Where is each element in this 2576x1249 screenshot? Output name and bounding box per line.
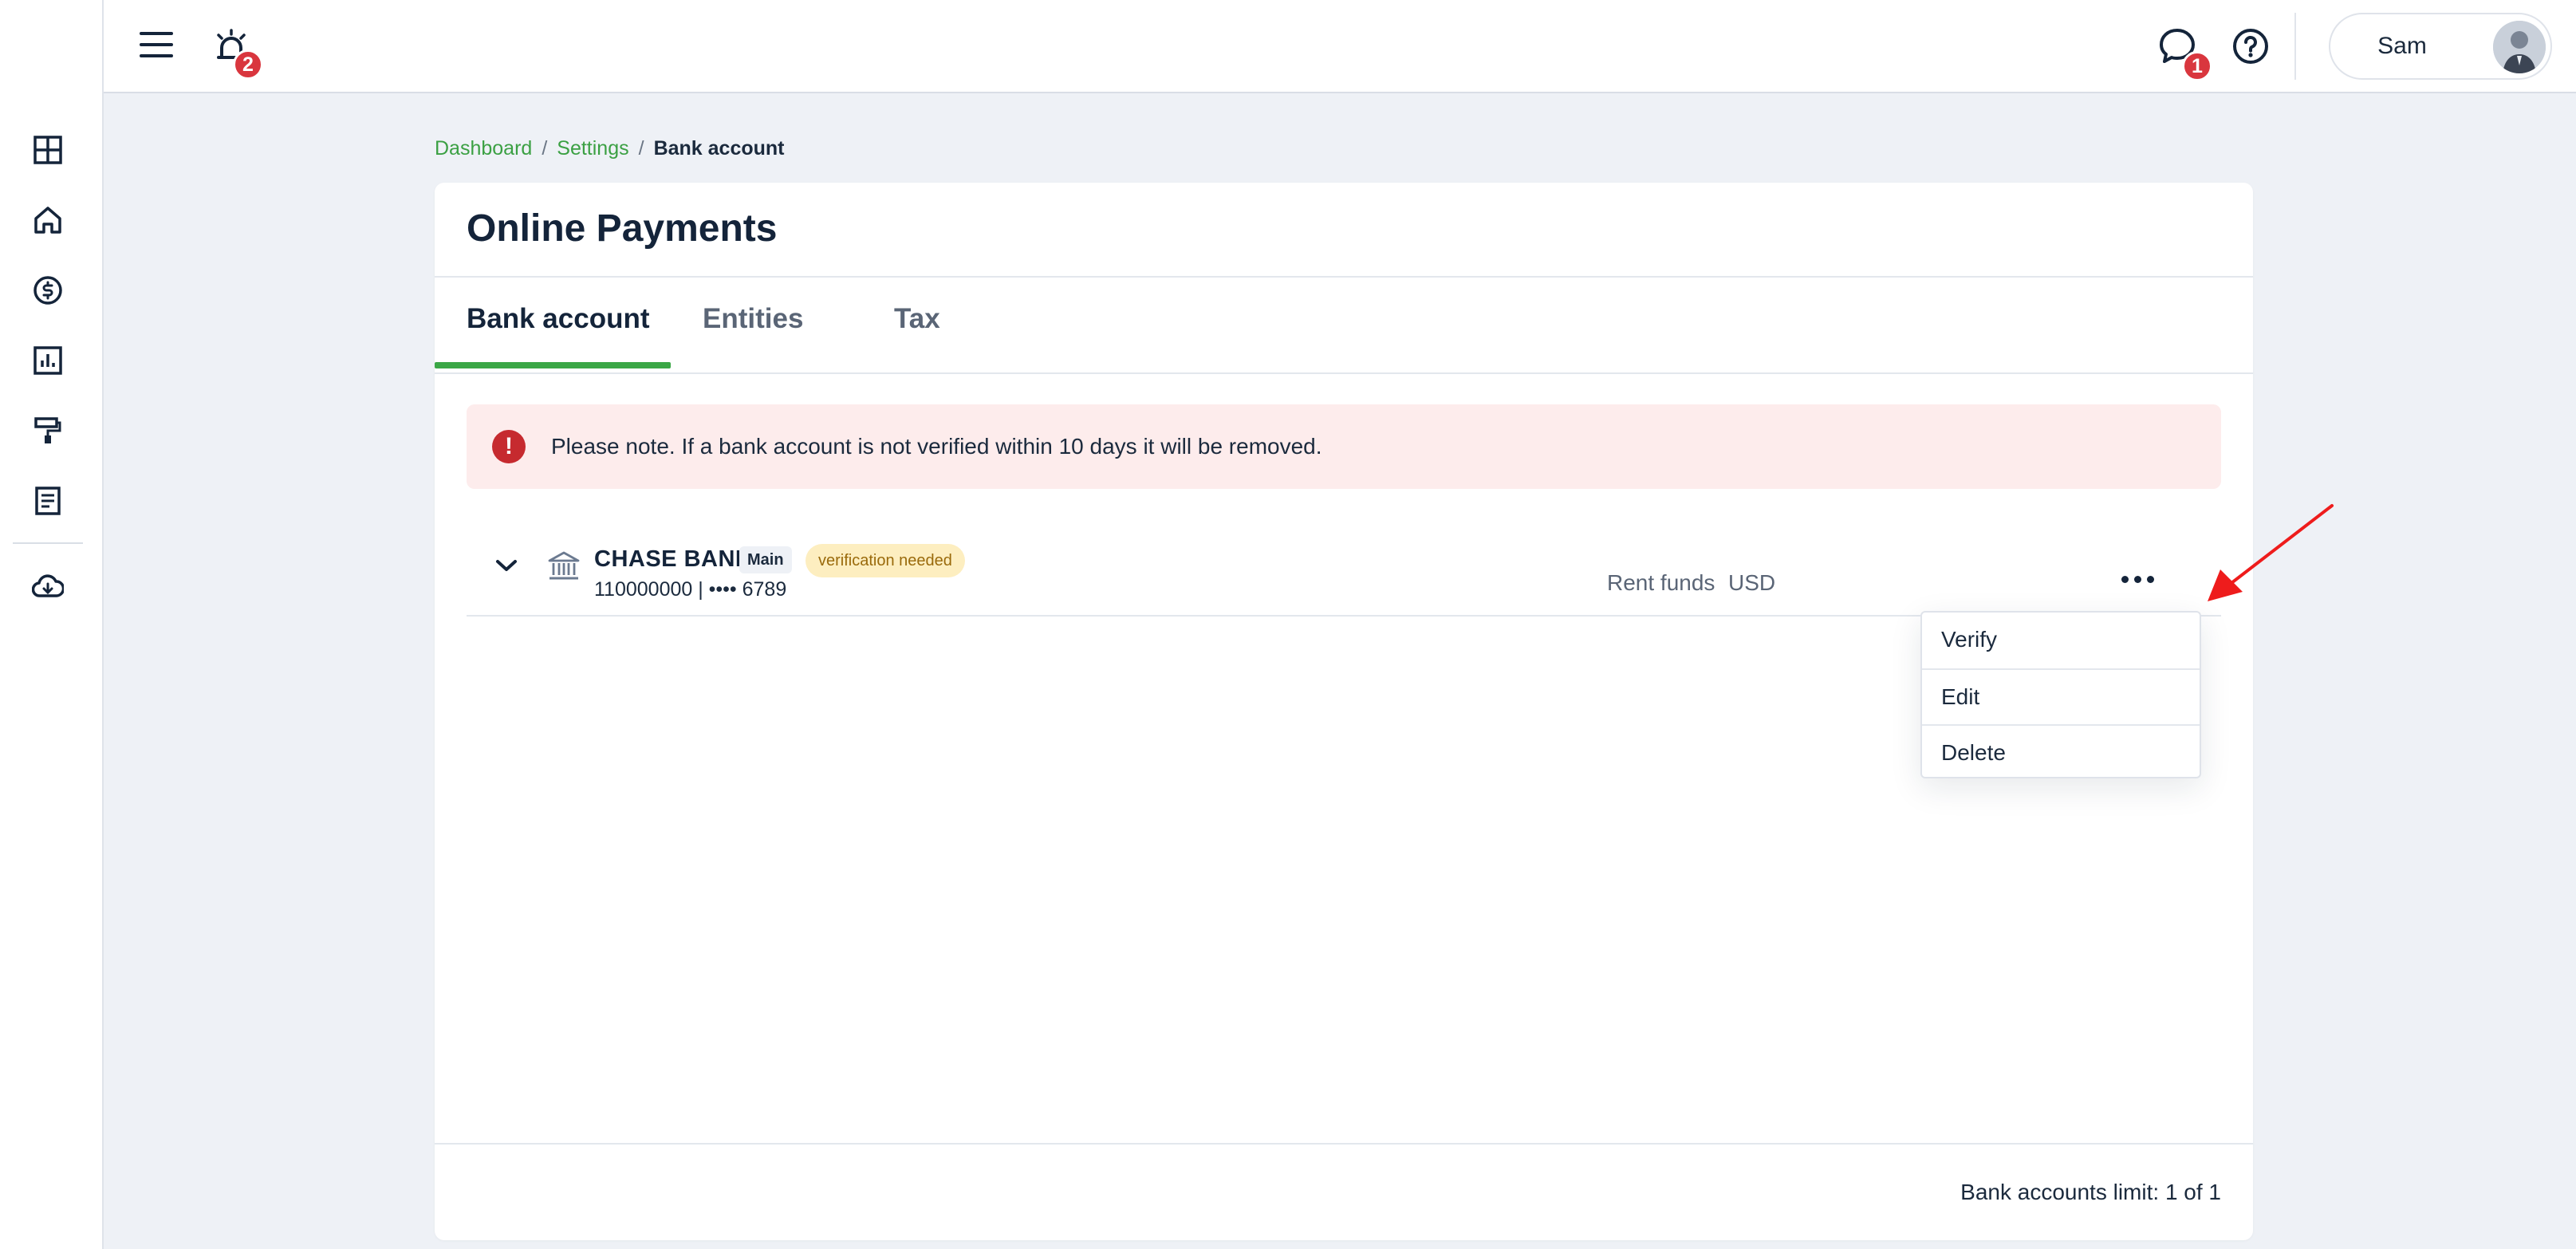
sidebar-item-dashboard[interactable] [24,126,72,174]
sidebar-item-home[interactable] [24,196,72,244]
top-bar: 2 1 Sam [0,0,2576,93]
account-number: 110000000 | •••• 6789 [594,578,787,601]
dashboard-icon [33,136,62,164]
home-icon [34,207,61,234]
account-currency: USD [1728,570,1776,595]
user-name: Sam [2377,33,2427,59]
document-icon [35,487,61,515]
annotation-arrow-icon [2208,504,2334,601]
hamburger-icon [140,32,173,57]
notifications-button[interactable]: 2 [207,22,263,80]
tab-bank-account[interactable]: Bank account [435,278,682,373]
error-icon: ! [492,430,526,463]
help-icon [2233,29,2268,64]
breadcrumb-dashboard[interactable]: Dashboard [435,137,532,160]
account-purpose: Rent funds [1607,570,1715,595]
sidebar-item-downloads[interactable] [24,563,72,611]
footer-divider [435,1143,2253,1145]
bank-icon [546,548,581,583]
help-button[interactable] [2227,22,2275,70]
topbar-divider [2294,13,2296,80]
sidebar-item-payments[interactable] [24,266,72,314]
menu-item-edit[interactable]: Edit [1922,668,2200,724]
breadcrumb: Dashboard / Settings / Bank account [435,132,785,164]
more-dot [2133,575,2141,583]
breadcrumb-current: Bank account [653,136,785,160]
tab-tax[interactable]: Tax [862,278,972,373]
sidebar-divider [13,542,83,544]
messages-button[interactable]: 1 [2153,22,2212,81]
more-options-button[interactable] [2113,567,2161,591]
logo-area [0,0,104,93]
status-badge: verification needed [805,544,965,577]
account-actions-menu: Verify Edit Delete [1920,611,2201,778]
more-dot [2121,575,2129,583]
online-payments-card: Online Payments Bank account Entities Ta… [435,183,2253,1240]
sidebar-item-reports[interactable] [24,337,72,384]
more-dot [2146,575,2154,583]
tab-entities[interactable]: Entities [671,278,835,373]
bank-account-row: CHASE BANK Main verification needed 1100… [467,518,2221,617]
sidebar-item-documents[interactable] [24,477,72,525]
breadcrumb-settings[interactable]: Settings [557,137,628,160]
messages-badge: 1 [2182,51,2212,81]
menu-button[interactable] [136,24,177,65]
tabs-divider [435,372,2253,374]
menu-item-delete[interactable]: Delete [1922,724,2200,780]
verification-alert: ! Please note. If a bank account is not … [467,404,2221,489]
sidebar-item-maintenance[interactable] [24,407,72,455]
notifications-badge: 2 [233,49,263,80]
paint-roller-icon [34,417,61,443]
menu-item-verify[interactable]: Verify [1922,613,2200,668]
active-tab-indicator [435,362,671,368]
user-menu-button[interactable]: Sam [2329,13,2552,80]
breadcrumb-separator: / [638,136,644,160]
main-tag: Main [739,546,792,573]
reports-icon [33,346,62,375]
sidebar [0,93,104,1249]
chevron-down-icon [496,560,517,571]
bank-name: CHASE BANK [594,546,753,572]
dollar-icon [33,276,62,305]
bank-accounts-limit: Bank accounts limit: 1 of 1 [1960,1180,2221,1204]
breadcrumb-separator: / [542,136,548,160]
page-title: Online Payments [467,207,778,250]
avatar [2493,21,2546,73]
alert-text: Please note. If a bank account is not ve… [551,434,1322,459]
expand-row-button[interactable] [490,550,522,581]
cloud-download-icon [32,574,64,597]
